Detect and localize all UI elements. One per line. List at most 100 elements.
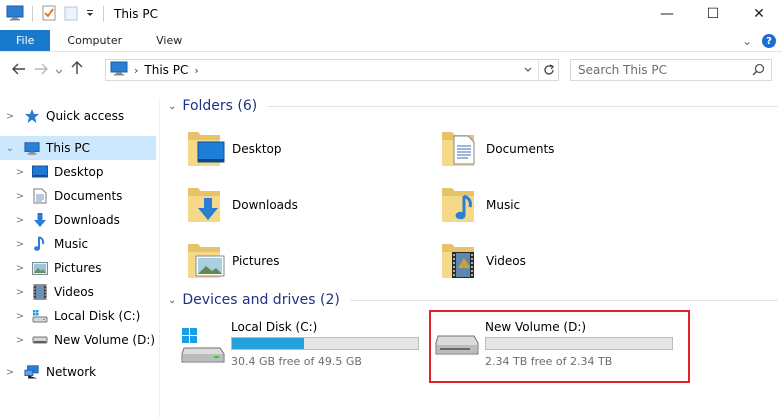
breadcrumb-this-pc[interactable]: This PC: [144, 63, 188, 77]
search-icon[interactable]: [752, 63, 765, 79]
up-arrow-icon: [71, 61, 83, 74]
group-header-drives[interactable]: ⌄ Devices and drives (2): [168, 292, 778, 308]
star-icon: [24, 108, 40, 124]
search-placeholder: Search This PC: [578, 63, 667, 77]
up-button[interactable]: [66, 61, 88, 79]
folder-item-desktop[interactable]: Desktop: [184, 124, 384, 174]
sidebar-item-downloads[interactable]: > Downloads: [0, 208, 156, 232]
sidebar-item-music[interactable]: > Music: [0, 232, 156, 256]
folder-item-pictures[interactable]: Pictures: [184, 236, 384, 286]
chevron-down-icon[interactable]: ⌄: [168, 101, 176, 112]
drive-c-icon: [32, 308, 48, 324]
back-button[interactable]: [8, 61, 30, 79]
forward-button[interactable]: [30, 61, 52, 79]
expand-ribbon-icon[interactable]: ⌄: [742, 34, 752, 48]
properties-icon[interactable]: [41, 5, 57, 24]
music-icon: [32, 236, 48, 252]
folder-item-videos[interactable]: Videos: [438, 236, 638, 286]
drive-c-icon: [180, 326, 226, 369]
window-controls: — ☐ ✕: [644, 0, 782, 28]
sidebar-item-this-pc[interactable]: ⌄ This PC: [0, 136, 156, 160]
address-bar[interactable]: › This PC ›: [105, 59, 559, 81]
chevron-right-icon[interactable]: >: [14, 263, 26, 274]
documents-folder-icon: [438, 126, 480, 173]
documents-icon: [32, 188, 48, 204]
sidebar-item-label: Network: [46, 365, 97, 379]
quick-access-toolbar: [0, 5, 106, 24]
drive-item-local-disk-c[interactable]: Local Disk (C:) 30.4 GB free of 49.5 GB: [180, 320, 430, 374]
computer-icon: [110, 61, 128, 79]
sidebar-item-local-disk-c[interactable]: > Local Disk (C:): [0, 304, 156, 328]
network-icon: [24, 364, 40, 380]
breadcrumb-separator[interactable]: ›: [194, 64, 198, 77]
back-arrow-icon: [12, 63, 25, 75]
chevron-down-icon: [524, 67, 532, 72]
tab-file[interactable]: File: [0, 30, 51, 51]
breadcrumb-separator[interactable]: ›: [134, 64, 138, 77]
navigation-pane: > Quick access ⌄ This PC > Desktop > Doc…: [0, 98, 160, 418]
address-history-button[interactable]: [520, 60, 536, 80]
chevron-right-icon[interactable]: >: [14, 239, 26, 250]
close-button[interactable]: ✕: [736, 0, 782, 28]
chevron-down-icon: [55, 69, 63, 74]
sidebar-item-label: Pictures: [54, 261, 102, 275]
folder-item-downloads[interactable]: Downloads: [184, 180, 384, 230]
folder-item-documents[interactable]: Documents: [438, 124, 638, 174]
help-icon[interactable]: ?: [762, 34, 776, 48]
downloads-icon: [32, 212, 48, 228]
tab-computer[interactable]: Computer: [50, 30, 139, 51]
address-row: › This PC › Search This PC: [0, 57, 782, 83]
sidebar-item-pictures[interactable]: > Pictures: [0, 256, 156, 280]
drive-icon: [32, 332, 48, 348]
computer-icon: [6, 5, 24, 24]
chevron-right-icon[interactable]: >: [14, 287, 26, 298]
desktop-icon: [32, 164, 48, 180]
customize-toolbar-icon[interactable]: [85, 7, 95, 21]
chevron-right-icon[interactable]: >: [14, 215, 26, 226]
downloads-folder-icon: [184, 182, 226, 229]
sidebar-item-label: Quick access: [46, 109, 125, 123]
group-divider: [267, 105, 778, 107]
search-input[interactable]: Search This PC: [570, 59, 772, 81]
group-divider: [349, 299, 778, 301]
sidebar-item-quick-access[interactable]: > Quick access: [0, 104, 156, 128]
chevron-right-icon[interactable]: >: [14, 335, 26, 346]
new-folder-icon[interactable]: [63, 5, 79, 24]
sidebar-item-label: Videos: [54, 285, 94, 299]
videos-icon: [32, 284, 48, 300]
tab-view[interactable]: View: [139, 30, 199, 51]
computer-icon: [24, 140, 40, 156]
folder-item-music[interactable]: Music: [438, 180, 638, 230]
sidebar-item-desktop[interactable]: > Desktop: [0, 160, 156, 184]
highlight-box: [429, 310, 690, 383]
chevron-right-icon[interactable]: >: [14, 191, 26, 202]
group-header-folders[interactable]: ⌄ Folders (6): [168, 98, 778, 114]
toolbar-separator: [32, 6, 33, 22]
minimize-button[interactable]: —: [644, 0, 690, 28]
chevron-right-icon[interactable]: >: [14, 167, 26, 178]
chevron-right-icon[interactable]: >: [14, 311, 26, 322]
refresh-icon: [543, 64, 554, 75]
maximize-button[interactable]: ☐: [690, 0, 736, 28]
folder-label: Documents: [486, 142, 555, 156]
drive-usage-fill: [232, 338, 304, 349]
sidebar-item-label: Documents: [54, 189, 123, 203]
sidebar-item-videos[interactable]: > Videos: [0, 280, 156, 304]
sidebar-item-new-volume-d[interactable]: > New Volume (D:): [0, 328, 156, 352]
drive-free-space: 30.4 GB free of 49.5 GB: [231, 355, 362, 368]
group-header-label: Devices and drives (2): [182, 292, 340, 308]
videos-folder-icon: [438, 238, 480, 285]
recent-locations-button[interactable]: [52, 61, 66, 79]
folder-label: Music: [486, 198, 521, 212]
sidebar-item-network[interactable]: > Network: [0, 360, 156, 384]
chevron-right-icon[interactable]: >: [4, 111, 16, 122]
window-title: This PC: [114, 7, 158, 21]
refresh-button[interactable]: [538, 60, 558, 80]
sidebar-item-label: New Volume (D:): [54, 333, 156, 347]
sidebar-item-documents[interactable]: > Documents: [0, 184, 156, 208]
sidebar-item-label: Music: [54, 237, 89, 251]
folder-label: Videos: [486, 254, 526, 268]
chevron-down-icon[interactable]: ⌄: [168, 295, 176, 306]
chevron-down-icon[interactable]: ⌄: [4, 143, 16, 154]
chevron-right-icon[interactable]: >: [4, 367, 16, 378]
